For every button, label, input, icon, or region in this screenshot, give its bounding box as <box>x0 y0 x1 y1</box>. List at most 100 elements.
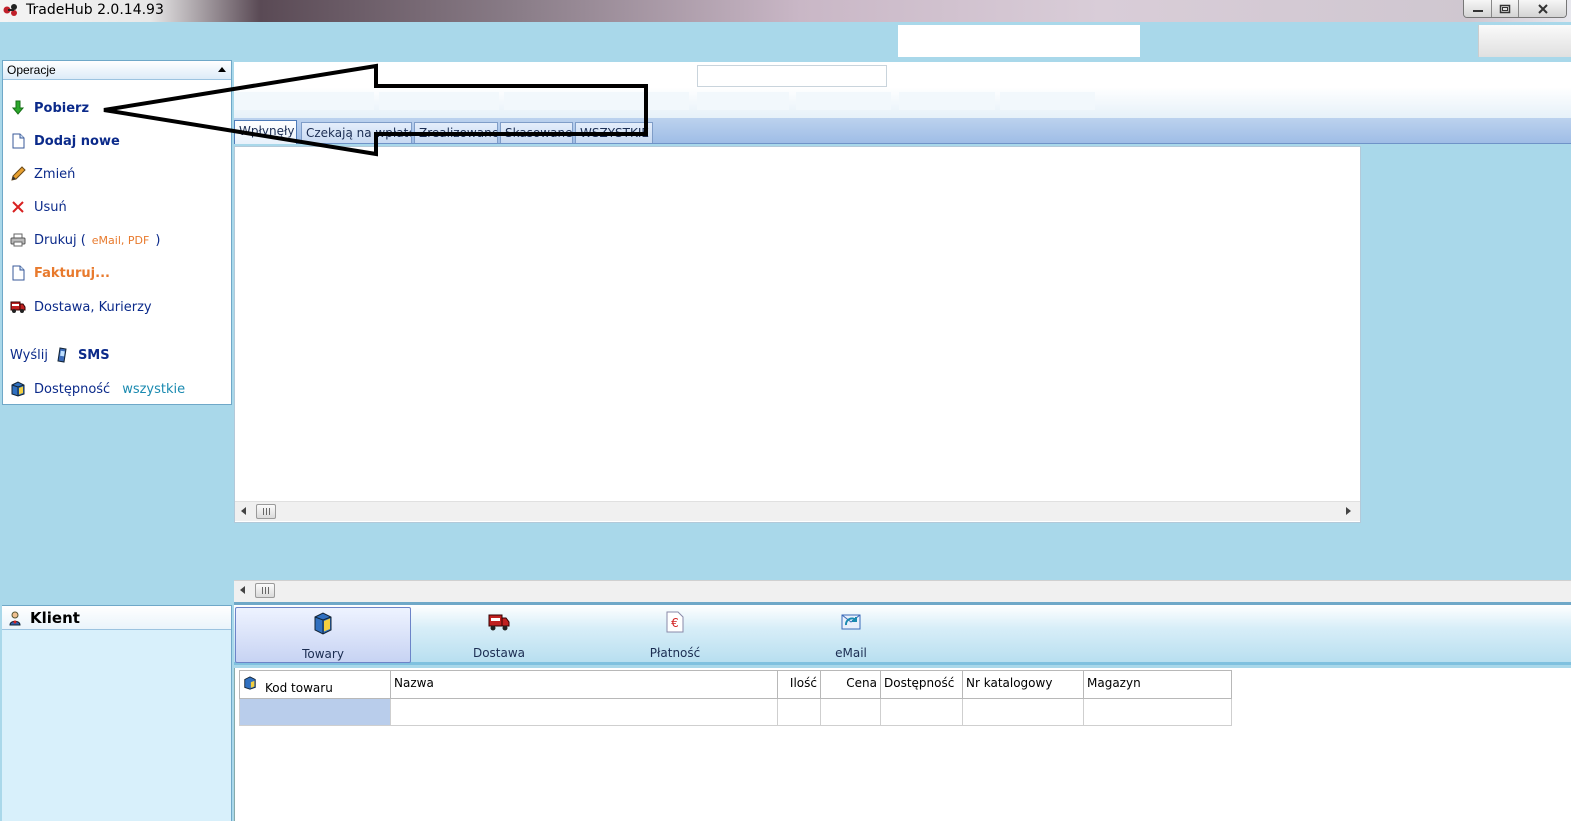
op-pobierz-label: Pobierz <box>34 100 90 116</box>
tool-dostawa[interactable]: Dostawa <box>411 607 587 663</box>
tool-towary[interactable]: Towary <box>235 607 411 663</box>
maximize-icon[interactable] <box>1491 0 1518 17</box>
col-kod-towaru[interactable]: Kod towaru <box>239 670 391 699</box>
table-row[interactable] <box>239 698 1232 726</box>
box-icon <box>10 381 26 397</box>
orders-hscrollbar[interactable] <box>235 501 1360 521</box>
tool-platnosc[interactable]: € Płatność <box>587 607 763 663</box>
delete-x-icon <box>10 199 26 215</box>
tab-wplynely[interactable]: Wpłynęły <box>234 120 297 144</box>
minimize-icon[interactable] <box>1464 0 1491 17</box>
tool-email-label: eMail <box>835 646 867 660</box>
table-cell[interactable] <box>239 698 391 726</box>
tab-wszystkie[interactable]: WSZYSTKIE <box>575 122 653 143</box>
filter-slot <box>1000 92 1095 110</box>
window-title: TradeHub 2.0.14.93 <box>26 2 164 18</box>
client-title: Klient <box>30 608 80 627</box>
col-nazwa[interactable]: Nazwa <box>390 670 778 699</box>
client-header[interactable]: Klient <box>2 606 231 630</box>
euro-icon: € <box>666 611 684 633</box>
table-header-row: Kod towaru Nazwa Ilość Cena Dostępność N… <box>239 670 1232 699</box>
detail-hscrollbar[interactable] <box>234 580 1571 602</box>
person-icon <box>9 611 21 625</box>
table-cell[interactable] <box>880 698 963 726</box>
table-cell[interactable] <box>1083 698 1232 726</box>
top-right-control[interactable] <box>1478 25 1571 57</box>
op-zmien[interactable]: Zmień <box>10 164 75 184</box>
filter-slot <box>234 92 374 110</box>
left-empty-area <box>2 405 232 605</box>
availability-label: Dostępność <box>34 381 111 397</box>
op-pobierz[interactable]: Pobierz <box>10 98 89 118</box>
email-refresh-icon <box>841 614 861 630</box>
availability-value[interactable]: wszystkie <box>122 382 185 397</box>
orders-list[interactable] <box>234 146 1361 523</box>
truck-icon <box>488 614 510 631</box>
box-icon <box>314 612 332 635</box>
table-cell[interactable] <box>777 698 821 726</box>
op-usun-label: Usuń <box>34 199 67 215</box>
op-drukuj[interactable]: Drukuj ( eMail, PDF ) <box>10 230 160 250</box>
col-dostepnosc[interactable]: Dostępność <box>880 670 963 699</box>
op-usun[interactable]: Usuń <box>10 197 67 217</box>
filter-slot <box>504 92 689 110</box>
table-cell[interactable] <box>820 698 881 726</box>
svg-text:€: € <box>671 616 679 630</box>
phone-icon <box>54 347 70 363</box>
title-bar: TradeHub 2.0.14.93 <box>0 0 1571 22</box>
scroll-left-icon[interactable] <box>240 586 245 594</box>
items-grid-area: Kod towaru Nazwa Ilość Cena Dostępność N… <box>234 668 1571 821</box>
filter-slot <box>697 92 789 110</box>
collapse-icon[interactable] <box>218 67 226 72</box>
op-zmien-label: Zmień <box>34 166 76 182</box>
tab-skasowane[interactable]: Skasowane <box>500 122 573 143</box>
new-document-icon <box>10 133 26 149</box>
tab-zrealizowane[interactable]: Zrealizowane <box>414 122 498 143</box>
detail-scroll-track[interactable] <box>234 581 1571 601</box>
sms-label: SMS <box>77 347 110 363</box>
filter-slot <box>379 92 499 110</box>
filter-input[interactable] <box>697 65 887 87</box>
table-cell[interactable] <box>390 698 778 726</box>
op-sms[interactable]: Wyślij SMS <box>10 345 110 365</box>
filter-slot <box>796 92 891 110</box>
op-fakturuj[interactable]: Fakturuj... <box>10 263 110 283</box>
download-arrow-icon <box>10 100 26 116</box>
sms-prefix: Wyślij <box>10 347 48 363</box>
tool-towary-label: Towary <box>302 647 344 661</box>
tool-platnosc-label: Płatność <box>649 646 701 660</box>
printer-icon <box>10 232 26 248</box>
op-drukuj-extra[interactable]: eMail, PDF <box>92 234 150 247</box>
invoice-document-icon <box>10 265 26 281</box>
op-dostepnosc[interactable]: Dostępność wszystkie <box>10 379 185 399</box>
col-nr-katalogowy[interactable]: Nr katalogowy <box>962 670 1084 699</box>
tab-czekaja[interactable]: Czekają na wpłatę <box>301 122 412 143</box>
filter-slot <box>899 92 995 110</box>
operations-header[interactable]: Operacje <box>3 61 231 80</box>
operations-title: Operacje <box>7 63 56 77</box>
op-fakturuj-label: Fakturuj... <box>34 265 110 281</box>
detail-tool-tabs: Towary Dostawa € Płatność eMail <box>234 605 1571 665</box>
tool-email[interactable]: eMail <box>763 607 939 663</box>
truck-icon <box>10 299 26 315</box>
top-toolbar <box>0 22 1571 60</box>
box-icon <box>244 676 256 690</box>
col-ilosc[interactable]: Ilość <box>777 670 821 699</box>
app-logo-icon <box>3 4 17 16</box>
top-input-box[interactable] <box>898 25 1140 57</box>
col-cena[interactable]: Cena <box>820 670 881 699</box>
scroll-left-icon[interactable] <box>241 507 246 515</box>
scroll-right-icon[interactable] <box>1346 507 1351 515</box>
op-drukuj-close: ) <box>155 232 161 248</box>
op-dodaj-nowe[interactable]: Dodaj nowe <box>10 131 120 151</box>
col-magazyn[interactable]: Magazyn <box>1083 670 1232 699</box>
scroll-thumb[interactable] <box>255 583 275 598</box>
op-dostawa[interactable]: Dostawa, Kurierzy <box>10 297 152 317</box>
scroll-thumb[interactable] <box>256 504 276 519</box>
operations-panel: Operacje Pobierz Dodaj nowe Zmień Usuń D… <box>2 60 232 405</box>
close-icon[interactable] <box>1518 0 1566 17</box>
op-dodaj-nowe-label: Dodaj nowe <box>34 133 120 149</box>
pencil-icon <box>10 166 26 182</box>
op-drukuj-label: Drukuj ( <box>34 232 86 248</box>
table-cell[interactable] <box>962 698 1084 726</box>
